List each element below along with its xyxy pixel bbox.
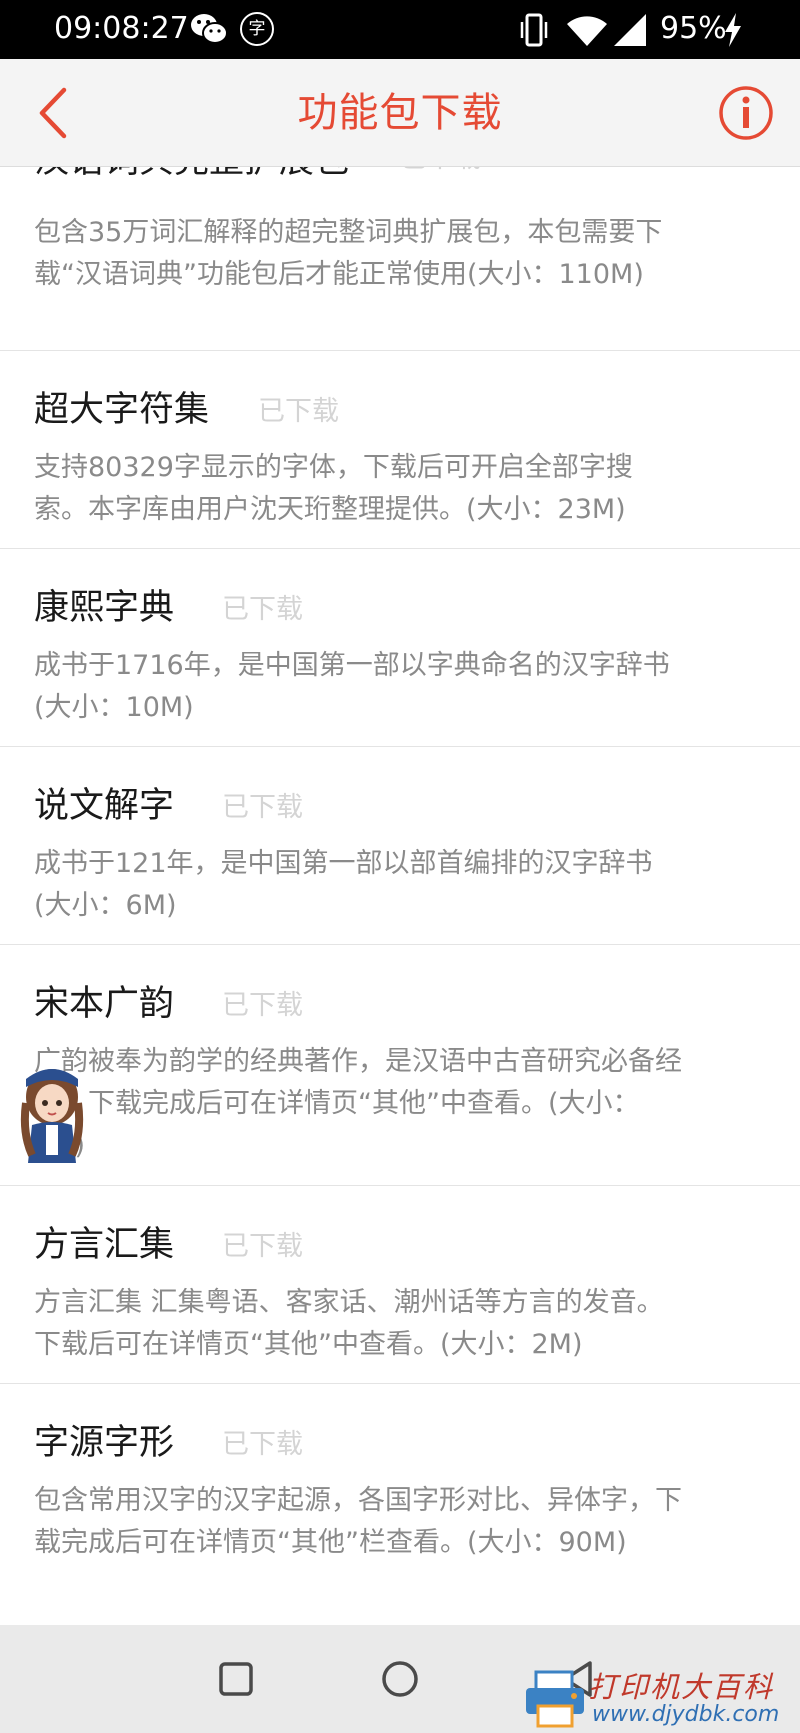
package-description: 广韵被奉为韵学的经典著作，是汉语中古音研究必备经典。下载完成后可在详情页“其他”… (34, 1046, 682, 1161)
battery-percent: 95% (660, 11, 727, 46)
package-list: 汉语词典完整扩展包 已下载 包含35万词汇解释的超完整词典扩展包，本包需要下载“… (0, 167, 800, 1625)
package-description: 成书于121年，是中国第一部以部首编排的汉字辞书(大小：6M) (34, 848, 653, 921)
package-name: 字源字形 (34, 1423, 175, 1463)
list-item[interactable]: 宋本广韵 已下载 广韵被奉为韵学的经典著作，是汉语中古音研究必备经典。下载完成后… (0, 945, 800, 1186)
download-status: 已下载 (400, 167, 481, 181)
download-status: 已下载 (222, 594, 303, 625)
vibrate-icon (520, 13, 548, 47)
list-item[interactable]: 超大字符集 已下载 支持80329字显示的字体，下载后可开启全部字搜索。本字库由… (0, 351, 800, 549)
list-item[interactable]: 说文解字 已下载 成书于121年，是中国第一部以部首编排的汉字辞书(大小：6M) (0, 747, 800, 945)
package-name: 康熙字典 (34, 588, 175, 628)
wifi-icon (567, 16, 607, 46)
page-title: 功能包下载 (297, 90, 503, 136)
status-bar: 09:08:27 字 95% (0, 0, 800, 59)
square-icon[interactable] (218, 1661, 254, 1697)
list-item[interactable]: 汉语词典完整扩展包 已下载 包含35万词汇解释的超完整词典扩展包，本包需要下载“… (0, 167, 800, 351)
package-description: 包含35万词汇解释的超完整词典扩展包，本包需要下载“汉语词典”功能包后才能正常使… (34, 217, 663, 290)
circle-icon[interactable] (381, 1660, 419, 1698)
mascot-avatar-icon[interactable] (18, 1063, 86, 1167)
download-status: 已下载 (222, 1231, 303, 1262)
title-bar: 功能包下载 (0, 59, 800, 167)
info-icon[interactable] (718, 85, 774, 141)
signal-icon (614, 14, 646, 46)
package-description: 成书于1716年，是中国第一部以字典命名的汉字辞书(大小：10M) (34, 650, 670, 723)
printer-icon (526, 1670, 584, 1728)
site-watermark: 打印机大百科 www.djydbk.com (522, 1662, 800, 1733)
package-name: 汉语词典完整扩展包 (34, 167, 349, 183)
download-status: 已下载 (258, 396, 339, 427)
list-item[interactable]: 字源字形 已下载 包含常用汉字的汉字起源，各国字形对比、异体字，下载完成后可在详… (0, 1384, 800, 1625)
list-item[interactable]: 康熙字典 已下载 成书于1716年，是中国第一部以字典命名的汉字辞书(大小：10… (0, 549, 800, 747)
watermark-text: 打印机大百科 (588, 1670, 775, 1704)
package-name: 宋本广韵 (34, 984, 175, 1024)
list-item[interactable]: 方言汇集 已下载 方言汇集 汇集粤语、客家话、潮州话等方言的发音。下载后可在详情… (0, 1186, 800, 1384)
status-time: 09:08:27 (54, 11, 189, 46)
package-name: 超大字符集 (34, 390, 210, 430)
package-name: 方言汇集 (34, 1225, 175, 1265)
package-description: 支持80329字显示的字体，下载后可开启全部字搜索。本字库由用户沈天珩整理提供。… (34, 452, 633, 525)
download-status: 已下载 (222, 792, 303, 823)
download-status: 已下载 (222, 990, 303, 1021)
download-status: 已下载 (222, 1429, 303, 1460)
package-description: 方言汇集 汇集粤语、客家话、潮州话等方言的发音。下载后可在详情页“其他”中查看。… (34, 1287, 664, 1360)
watermark-url: www.djydbk.com (592, 1702, 780, 1727)
charging-bolt-icon (725, 13, 741, 47)
package-name: 说文解字 (34, 786, 175, 826)
wechat-icon (191, 14, 228, 44)
zi-app-icon: 字 (240, 12, 274, 46)
package-description: 包含常用汉字的汉字起源，各国字形对比、异体字，下载完成后可在详情页“其他”栏查看… (34, 1485, 682, 1558)
